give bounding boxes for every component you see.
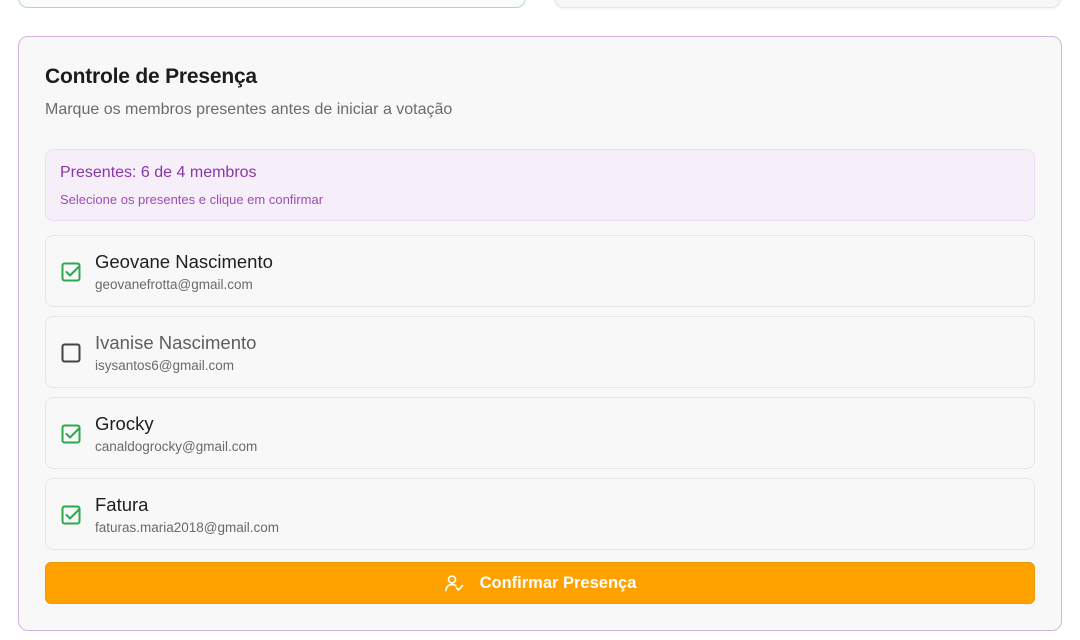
page-subtitle: Marque os membros presentes antes de ini… — [45, 101, 453, 118]
member-email: geovanefrotta@gmail.com — [95, 277, 253, 292]
confirm-presence-label: Confirmar Presença — [479, 573, 637, 592]
member-name: Grocky — [95, 413, 154, 434]
page-title: Controle de Presença — [45, 65, 257, 88]
member-row[interactable]: Ivanise Nascimento isysantos6@gmail.com — [45, 316, 1035, 388]
top-card-right — [554, 0, 1061, 8]
member-row[interactable]: Geovane Nascimento geovanefrotta@gmail.c… — [45, 235, 1035, 307]
confirm-presence-button[interactable]: Confirmar Presença — [45, 562, 1035, 604]
checkbox-checked-icon[interactable] — [61, 262, 81, 282]
attendance-panel: Controle de Presença Marque os membros p… — [18, 36, 1062, 631]
member-row[interactable]: Grocky canaldogrocky@gmail.com — [45, 397, 1035, 469]
member-name: Geovane Nascimento — [95, 251, 273, 272]
attendance-summary: Presentes: 6 de 4 membros Selecione os p… — [45, 149, 1035, 221]
summary-hint: Selecione os presentes e clique em confi… — [60, 192, 324, 207]
checkbox-checked-icon[interactable] — [61, 424, 81, 444]
member-email: canaldogrocky@gmail.com — [95, 439, 258, 454]
checkbox-checked-icon[interactable] — [61, 505, 81, 525]
checkbox-unchecked-icon[interactable] — [61, 343, 81, 363]
top-card-left — [18, 0, 526, 8]
member-email: isysantos6@gmail.com — [95, 358, 235, 373]
member-row[interactable]: Fatura faturas.maria2018@gmail.com — [45, 478, 1035, 550]
member-name: Fatura — [95, 494, 149, 515]
member-name: Ivanise Nascimento — [95, 332, 257, 353]
user-check-icon — [444, 575, 463, 592]
member-email: faturas.maria2018@gmail.com — [95, 520, 280, 535]
present-count: Presentes: 6 de 4 membros — [60, 164, 257, 181]
